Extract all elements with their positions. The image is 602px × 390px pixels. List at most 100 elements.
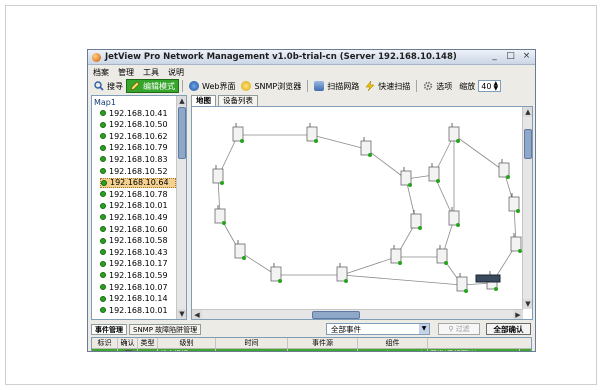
minimize-button[interactable]: _ xyxy=(490,51,499,61)
tree-item-device[interactable]: 192.168.10.64 xyxy=(100,177,176,188)
close-button[interactable]: × xyxy=(522,51,531,61)
column-header[interactable]: 级别 xyxy=(158,338,216,348)
network-device-icon[interactable] xyxy=(448,207,460,227)
column-header[interactable] xyxy=(428,338,520,348)
scroll-down-icon[interactable]: ▼ xyxy=(177,309,186,319)
scrollbar-thumb[interactable] xyxy=(312,311,360,319)
network-device-icon[interactable] xyxy=(234,240,246,260)
device-tree[interactable]: Map1 192.168.10.41 192.168.10.50 192.168.1… xyxy=(91,95,187,320)
tree-item-device[interactable]: 192.168.10.79 xyxy=(100,143,176,153)
snmp-browser-button[interactable]: SNMP浏览器 xyxy=(238,79,304,93)
tab-event-management[interactable]: 事件管理 xyxy=(91,324,127,335)
spinner-arrows-icon[interactable]: ▲ ▼ xyxy=(493,81,498,92)
network-device-icon[interactable] xyxy=(436,245,448,265)
tree-item-device[interactable]: 192.168.10.41 xyxy=(100,108,176,118)
tree-item-device[interactable]: 192.168.10.58 xyxy=(100,236,176,246)
network-device-icon[interactable] xyxy=(410,210,422,230)
network-device-icon[interactable] xyxy=(400,167,412,187)
device-status-icon xyxy=(100,110,106,116)
tab-snmp-traps[interactable]: SNMP 故障陷阱管理 xyxy=(129,324,202,335)
table-cell: 192.168.10.112 xyxy=(288,349,358,351)
scroll-right-icon[interactable]: ▶ xyxy=(513,310,523,319)
chevron-down-icon[interactable]: ▼ xyxy=(419,324,429,334)
network-device-icon[interactable] xyxy=(510,233,522,253)
table-cell xyxy=(118,349,138,351)
search-button[interactable]: 搜寻 xyxy=(91,79,126,93)
network-device-icon[interactable] xyxy=(360,137,372,157)
scroll-left-icon[interactable]: ◀ xyxy=(192,310,202,319)
column-header[interactable]: 标识 xyxy=(92,338,118,348)
quick-scan-button[interactable]: 快速扫描 xyxy=(362,79,413,93)
tree-item-device[interactable]: 192.168.10.49 xyxy=(100,212,176,222)
network-device-icon[interactable] xyxy=(306,123,318,143)
scrollbar-thumb[interactable] xyxy=(524,129,532,159)
column-header[interactable]: 时间 xyxy=(216,338,288,348)
map-vertical-scrollbar[interactable]: ▲ ▼ xyxy=(522,107,532,309)
device-status-icon xyxy=(100,226,106,232)
acknowledge-all-button[interactable]: 全部确认 xyxy=(486,323,531,335)
column-header[interactable]: 类型 xyxy=(138,338,158,348)
network-device-icon[interactable] xyxy=(390,245,402,265)
map-horizontal-scrollbar[interactable]: ◀ ▶ xyxy=(192,309,523,319)
tree-item-device[interactable]: 192.168.10.17 xyxy=(100,259,176,269)
tree-item-label: 192.168.10.64 xyxy=(110,178,169,188)
network-device-icon[interactable] xyxy=(214,205,226,225)
tab-map[interactable]: 地图 xyxy=(191,95,216,106)
column-header[interactable]: 事件源 xyxy=(288,338,358,348)
menu-tools[interactable]: 工具 xyxy=(143,67,159,78)
tree-item-device[interactable]: 192.168.10.43 xyxy=(100,247,176,257)
scroll-up-icon[interactable]: ▲ xyxy=(523,107,532,117)
topology-diagram[interactable] xyxy=(192,107,532,319)
topology-link xyxy=(239,251,277,276)
scan-network-button[interactable]: 扫描网路 xyxy=(311,79,362,93)
column-header[interactable]: 确认 xyxy=(118,338,138,348)
window-title: JetView Pro Network Management v1.0b-tri… xyxy=(105,52,457,62)
filter-button[interactable]: ⚲ 过滤 xyxy=(438,323,480,335)
topology-map[interactable]: ▲ ▼ ◀ ▶ xyxy=(191,106,533,320)
scroll-down-icon[interactable]: ▼ xyxy=(523,299,532,309)
network-device-icon[interactable] xyxy=(448,123,460,143)
tree-item-label: 192.168.10.01 xyxy=(109,201,168,211)
menu-file[interactable]: 档案 xyxy=(93,67,109,78)
device-status-icon xyxy=(100,284,106,290)
tree-item-device[interactable]: 192.168.10.60 xyxy=(100,224,176,234)
zoom-spinner[interactable]: 40 ▲ ▼ xyxy=(478,80,502,92)
tree-item-device[interactable]: 192.168.10.59 xyxy=(100,270,176,280)
network-device-icon[interactable] xyxy=(498,159,510,179)
menu-manage[interactable]: 管理 xyxy=(118,67,134,78)
tree-item-device[interactable]: 192.168.10.01 xyxy=(100,305,176,315)
zoom-value[interactable]: 40 xyxy=(481,82,491,91)
tree-item-device[interactable]: 192.168.10.52 xyxy=(100,166,176,176)
web-ui-button[interactable]: Web界面 xyxy=(186,79,238,93)
network-device-icon[interactable] xyxy=(336,263,348,283)
switch-device-icon[interactable] xyxy=(475,274,501,283)
toolbar: 搜寻 编辑模式 Web界面 SNMP浏览器 扫描网路 快速扫描 选项 缩放 40… xyxy=(88,78,535,94)
tree-item-device[interactable]: 192.168.10.62 xyxy=(100,131,176,141)
tree-item-device[interactable]: 192.168.10.50 xyxy=(100,120,176,130)
column-header[interactable]: 组件 xyxy=(358,338,428,348)
tab-device-list[interactable]: 设备列表 xyxy=(218,95,258,106)
device-status-icon xyxy=(100,237,106,244)
maximize-button[interactable]: □ xyxy=(506,51,515,61)
network-device-icon[interactable] xyxy=(456,273,468,293)
network-device-icon[interactable] xyxy=(508,193,520,213)
scroll-up-icon[interactable]: ▲ xyxy=(177,96,186,106)
edit-mode-button[interactable]: 编辑模式 xyxy=(126,79,179,93)
topology-link xyxy=(453,134,505,172)
tree-item-device[interactable]: 192.168.10.01 xyxy=(100,201,176,211)
tree-scrollbar[interactable]: ▲ ▼ xyxy=(176,96,186,319)
network-device-icon[interactable] xyxy=(270,263,282,283)
tree-item-device[interactable]: 192.168.10.78 xyxy=(100,189,176,199)
tree-item-device[interactable]: 192.168.10.07 xyxy=(100,282,176,292)
options-button[interactable]: 选项 xyxy=(420,79,455,93)
network-device-icon[interactable] xyxy=(232,123,244,143)
scrollbar-thumb[interactable] xyxy=(178,107,186,159)
acknowledge-checkbox[interactable] xyxy=(125,350,132,351)
table-row[interactable]: 762 状态缓好2009-10-12 19:20:02192.168.10.112… xyxy=(92,349,531,351)
tree-item-label: 192.168.10.52 xyxy=(109,166,168,176)
tree-item-device[interactable]: 192.168.10.14 xyxy=(100,294,176,304)
tree-item-device[interactable]: 192.168.10.83 xyxy=(100,154,176,164)
menu-help[interactable]: 说明 xyxy=(168,67,184,78)
event-filter-select[interactable]: 全部事件 ▼ xyxy=(326,323,430,335)
tree-root[interactable]: Map1 xyxy=(94,98,116,107)
